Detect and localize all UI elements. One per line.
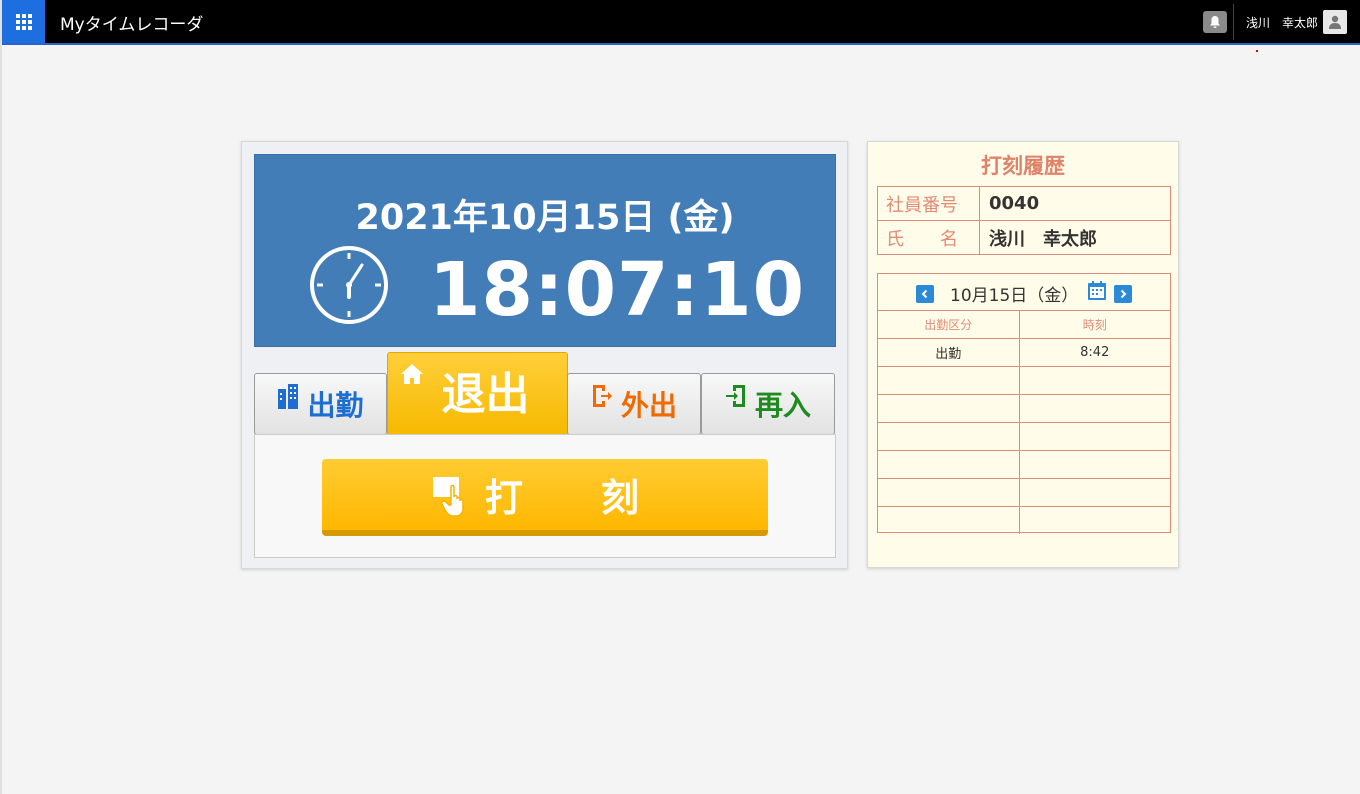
- app-launcher-button[interactable]: [2, 0, 45, 43]
- stamp-button[interactable]: 打 刻: [322, 459, 768, 536]
- row-type: [878, 506, 1020, 534]
- mode-label: 外出: [620, 389, 677, 422]
- building-icon: [278, 384, 299, 409]
- clock-panel: 2021年10月15日 (金) 18:07:10: [254, 154, 836, 347]
- row-time: [1019, 478, 1170, 507]
- mode-tab-go-out[interactable]: 外出: [567, 373, 701, 435]
- mode-label: 退出: [441, 369, 530, 420]
- header-divider: [1233, 4, 1234, 40]
- clock-icon: [310, 246, 388, 324]
- mode-tab-clock-out[interactable]: 退出: [387, 352, 568, 436]
- exit-door-icon: [592, 385, 612, 407]
- row-time: [1019, 422, 1170, 451]
- prev-day-button[interactable]: [916, 285, 934, 303]
- row-type: [878, 394, 1020, 423]
- row-type: 出勤: [878, 338, 1020, 367]
- row-time: [1019, 450, 1170, 479]
- col-header-type: 出勤区分: [878, 311, 1020, 339]
- row-type: [878, 478, 1020, 507]
- mode-tab-return[interactable]: 再入: [701, 373, 835, 435]
- log-date-nav: 10月15日（金）: [878, 274, 1170, 311]
- row-type: [878, 366, 1020, 395]
- current-time: 18:07:10: [429, 247, 806, 333]
- table-row: [878, 450, 1170, 479]
- mode-label: 出勤: [307, 389, 364, 422]
- row-time: [1019, 506, 1170, 534]
- table-row: [878, 394, 1170, 423]
- app-title: Myタイムレコーダ: [60, 15, 204, 35]
- user-icon: [1329, 15, 1341, 29]
- chevron-right-icon: [1120, 289, 1127, 299]
- user-avatar-button[interactable]: [1323, 10, 1347, 34]
- row-time: [1019, 394, 1170, 423]
- table-row: [878, 506, 1170, 534]
- row-type: [878, 422, 1020, 451]
- stamp-log: 10月15日（金） 出勤区分 時刻 出勤 8:42: [877, 273, 1171, 534]
- mode-label: 再入: [754, 389, 811, 422]
- col-header-time: 時刻: [1019, 311, 1170, 339]
- name-value: 浅川 幸太郎: [979, 220, 1171, 255]
- chevron-left-icon: [921, 289, 928, 299]
- time-recorder-card: 2021年10月15日 (金) 18:07:10 出勤 退出 外出 再入 打 刻: [241, 141, 848, 569]
- indicator-dot: [1256, 50, 1258, 52]
- notification-button[interactable]: [1203, 11, 1227, 33]
- top-bar: Myタイムレコーダ 浅川 幸太郎: [2, 0, 1360, 45]
- employee-info-table: 社員番号 0040 氏 名 浅川 幸太郎: [877, 186, 1171, 255]
- bell-icon: [1210, 16, 1220, 28]
- name-label: 氏 名: [877, 220, 980, 255]
- history-card: 打刻履歴 社員番号 0040 氏 名 浅川 幸太郎 10月15日（金） 出勤区分…: [867, 141, 1179, 568]
- user-name[interactable]: 浅川 幸太郎: [1246, 14, 1318, 31]
- row-time: 8:42: [1019, 338, 1170, 367]
- table-row: [878, 366, 1170, 395]
- log-header-row: 出勤区分 時刻: [878, 311, 1170, 339]
- enter-door-icon: [725, 385, 745, 407]
- stamp-button-label: 打 刻: [484, 476, 659, 520]
- table-row: [878, 422, 1170, 451]
- employee-no-label: 社員番号: [877, 186, 980, 221]
- employee-no-value: 0040: [979, 186, 1171, 221]
- history-title: 打刻履歴: [981, 154, 1065, 178]
- table-row: [878, 478, 1170, 507]
- log-date: 10月15日（金）: [950, 286, 1079, 306]
- table-row: 出勤 8:42: [878, 338, 1170, 367]
- stamp-area: 打 刻: [254, 434, 836, 558]
- hand-pointer-icon: [432, 476, 464, 517]
- calendar-icon[interactable]: [1087, 281, 1107, 301]
- home-icon: [401, 364, 423, 384]
- row-type: [878, 450, 1020, 479]
- current-date: 2021年10月15日 (金): [355, 198, 735, 238]
- grid-icon: [15, 13, 32, 30]
- row-time: [1019, 366, 1170, 395]
- mode-tab-clock-in[interactable]: 出勤: [254, 373, 387, 435]
- next-day-button[interactable]: [1114, 285, 1132, 303]
- log-table: 出勤区分 時刻 出勤 8:42: [878, 311, 1170, 534]
